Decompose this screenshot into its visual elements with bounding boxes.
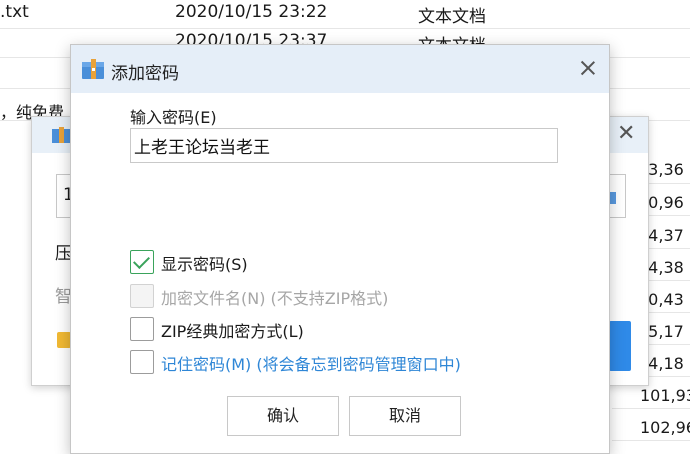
- close-icon[interactable]: ✕: [617, 121, 635, 146]
- file-type: 文本文档: [418, 7, 486, 27]
- add-password-dialog: 添加密码 输入密码(E) 显示密码(S) 加密文件名(N) (不支持ZIP格式)…: [70, 44, 610, 454]
- encrypt-filename-label: 加密文件名(N) (不支持ZIP格式): [161, 289, 389, 308]
- zip-classic-label: ZIP经典加密方式(L): [161, 322, 304, 341]
- compress-button[interactable]: [609, 321, 631, 371]
- show-password-checkbox[interactable]: [130, 250, 154, 274]
- password-input[interactable]: [130, 128, 558, 163]
- cancel-button[interactable]: 取消: [349, 396, 461, 436]
- file-row[interactable]: .txt 2020/10/15 23:22 文本文档: [0, 0, 690, 29]
- show-password-label: 显示密码(S): [161, 255, 248, 274]
- file-size: 102,96: [640, 418, 690, 437]
- dialog-title: 添加密码: [111, 64, 179, 84]
- close-button[interactable]: [577, 57, 599, 79]
- file-date: 2020/10/15 23:22: [175, 2, 328, 22]
- file-name: .txt: [0, 2, 29, 22]
- password-label: 输入密码(E): [130, 108, 217, 127]
- remember-password-checkbox[interactable]: [130, 350, 154, 374]
- encrypt-filename-checkbox: [130, 284, 154, 308]
- zip-archive-icon: [82, 59, 104, 79]
- lock-icon[interactable]: [57, 332, 71, 348]
- dialog-titlebar: 添加密码: [71, 45, 609, 93]
- zip-archive-icon: [52, 127, 70, 143]
- confirm-button[interactable]: 确认: [227, 396, 339, 436]
- remember-password-label[interactable]: 记住密码(M) (将会备忘到密码管理窗口中): [161, 351, 461, 375]
- browse-icon[interactable]: [610, 192, 616, 204]
- file-size: 101,93: [640, 386, 690, 405]
- zip-classic-checkbox[interactable]: [130, 317, 154, 341]
